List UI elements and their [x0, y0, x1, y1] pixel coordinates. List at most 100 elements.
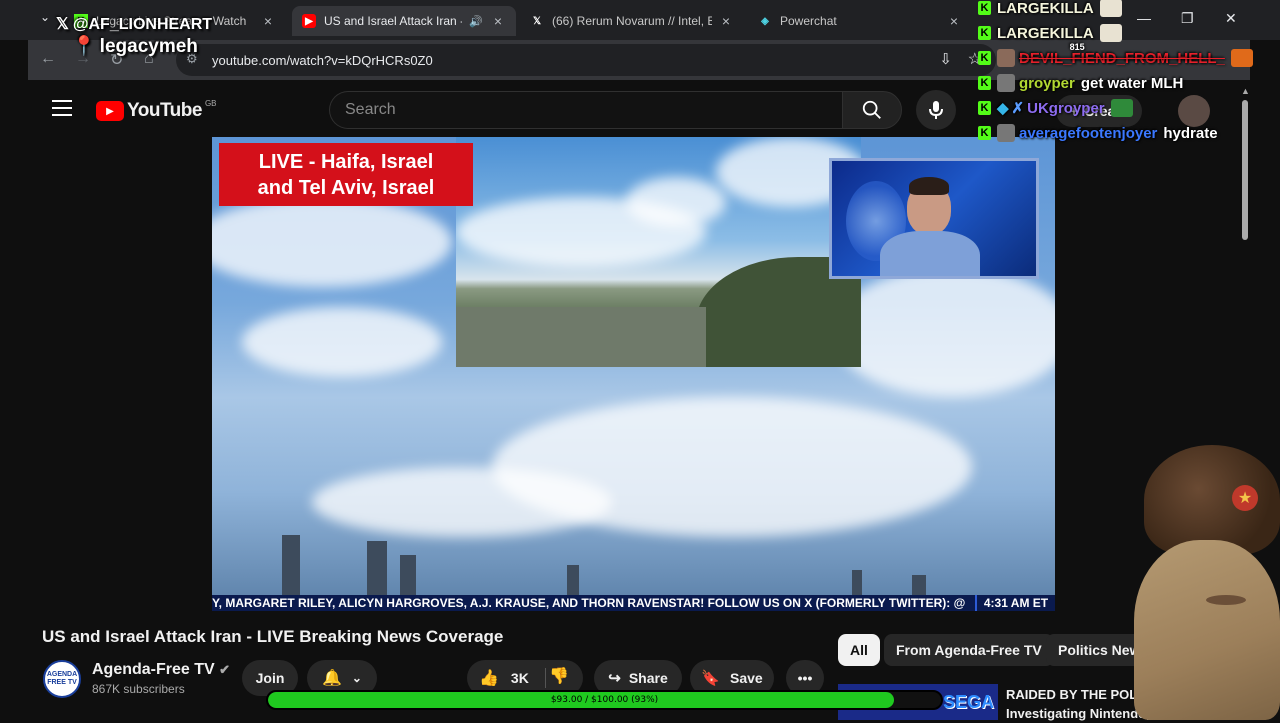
more-horizontal-icon: •••	[797, 670, 813, 686]
youtube-logo[interactable]: ▶ YouTube GB	[96, 98, 217, 122]
url-text: youtube.com/watch?v=kDQrHCRs0Z0	[212, 52, 433, 68]
install-app-icon[interactable]: ⇩	[939, 50, 952, 68]
tab-title: US and Israel Attack Iran - LIVE	[324, 14, 462, 28]
chat-user: UKgroyper	[1027, 99, 1105, 117]
live-location-banner: LIVE - Haifa, Israel and Tel Aviv, Israe…	[219, 143, 473, 206]
join-label: Join	[255, 670, 285, 686]
channel-avatar-text: AGENDA FREE TV	[46, 671, 78, 686]
speaker-icon[interactable]: 🔊	[468, 15, 484, 28]
powerchat-icon: ◈	[761, 15, 769, 27]
streamer-webcam-overlay: ★	[1124, 445, 1280, 720]
donation-goal-text: $93.00 / $100.00 (93%)	[550, 695, 659, 705]
chat-message: K DEVIL_FIEND_FROM_HELL_	[978, 47, 1253, 69]
channel-name[interactable]: Agenda-Free TV ✔	[92, 661, 230, 679]
search-button[interactable]	[842, 91, 902, 129]
scrollbar-thumb[interactable]	[1242, 100, 1248, 240]
channel-avatar[interactable]: AGENDA FREE TV	[43, 660, 81, 698]
close-window-icon[interactable]: ✕	[1225, 10, 1237, 27]
overlay-handle-top: 𝕏 @AF_LIONHEART	[56, 14, 212, 34]
tab-youtube-video[interactable]: ▶ US and Israel Attack Iran - LIVE 🔊 ×	[292, 6, 516, 36]
chat-message: K groyper get water MLH	[978, 72, 1183, 94]
chat-text: get water MLH	[1080, 74, 1184, 92]
back-icon[interactable]: ←	[40, 50, 56, 68]
kick-badge-icon: K	[978, 76, 991, 90]
chat-text: hydrate	[1163, 124, 1218, 142]
live-label-line1: LIVE - Haifa, Israel	[258, 150, 434, 173]
chat-user: averagefootenjoyer	[1019, 124, 1158, 142]
chip-from-channel[interactable]: From Agenda-Free TV	[884, 634, 1054, 666]
tab-search-icon[interactable]: ⌄	[34, 10, 56, 30]
user-badge-icon	[997, 124, 1015, 142]
user-badge-icon	[997, 74, 1015, 92]
handle-text: legacymeh	[99, 36, 198, 57]
tab-title: Powerchat	[780, 14, 837, 28]
subscriber-count: 867K subscribers	[92, 682, 185, 696]
thumbs-down-icon[interactable]: 👎	[549, 666, 569, 686]
x-logo-icon: 𝕏	[532, 15, 542, 27]
fur-hat	[1144, 445, 1280, 555]
share-label: Share	[628, 670, 668, 686]
city-view-inset	[456, 137, 861, 367]
anchor-body	[880, 231, 980, 276]
channel-name-text: Agenda-Free TV	[92, 661, 215, 678]
tab-powerchat[interactable]: ◈ Powerchat ×	[748, 6, 972, 36]
voice-search-button[interactable]	[916, 90, 956, 130]
diamond-badge-icon: ◆	[997, 100, 1009, 117]
chip-label: All	[850, 642, 868, 658]
close-icon[interactable]: ×	[718, 13, 734, 29]
emote-icon	[1099, 0, 1122, 17]
close-icon[interactable]: ×	[260, 13, 276, 29]
chat-message: K averagefootenjoyer hydrate	[978, 122, 1218, 144]
user-badge-icon	[997, 49, 1015, 67]
chat-message: K ◆ ✗ UKgroyper	[978, 97, 1133, 119]
kick-badge-icon: K	[978, 126, 991, 140]
chat-user: groyper	[1019, 74, 1075, 92]
news-ticker: Y, MARGARET RILEY, ALICYN HARGROVES, A.J…	[212, 595, 1055, 611]
restore-icon[interactable]: ❐	[1181, 10, 1194, 27]
chat-user: LARGEKILLA	[997, 0, 1094, 17]
kick-badge-icon: K	[978, 101, 991, 115]
bell-icon: 🔔	[322, 670, 342, 687]
ticker-text: Y, MARGARET RILEY, ALICYN HARGROVES, A.J…	[212, 596, 966, 610]
star-badge-icon: ★	[1232, 485, 1258, 511]
search-placeholder: Search	[345, 101, 396, 118]
microphone-icon	[929, 101, 943, 119]
kick-badge-icon: K	[978, 51, 991, 65]
chat-user: LARGEKILLA	[997, 24, 1094, 42]
minimize-icon[interactable]: —	[1137, 10, 1151, 26]
news-anchor-inset	[829, 158, 1039, 279]
scroll-up-icon[interactable]: ▲	[1241, 86, 1250, 96]
potato-face	[1134, 540, 1280, 720]
location-pin-icon: 📍	[72, 36, 96, 57]
video-title: US and Israel Attack Iran - LIVE Breakin…	[42, 627, 504, 646]
bookmark-icon: 🔖	[701, 670, 720, 687]
chat-message: K LARGEKILLA	[978, 0, 1122, 19]
chip-all[interactable]: All	[838, 634, 880, 666]
chevron-down-icon: ⌄	[351, 671, 362, 685]
kick-badge-icon: K	[978, 26, 991, 40]
thumbs-up-icon: 👍	[479, 670, 499, 687]
sword-badge-icon: ✗	[1011, 100, 1025, 117]
search-input[interactable]: Search	[329, 91, 842, 129]
region-code: GB	[204, 98, 217, 108]
search-icon	[862, 100, 881, 119]
chat-message: K LARGEKILLA 815	[978, 22, 1122, 52]
menu-icon[interactable]	[52, 100, 72, 116]
address-bar[interactable]: ⚙ youtube.com/watch?v=kDQrHCRs0Z0 ⇩ ☆	[176, 44, 996, 76]
thumbnail-text: SEGA	[942, 692, 994, 712]
save-label: Save	[729, 670, 763, 686]
chip-label: From Agenda-Free TV	[896, 642, 1042, 658]
chat-user: DEVIL_FIEND_FROM_HELL_	[1019, 49, 1225, 67]
kick-badge-icon: K	[978, 1, 991, 15]
close-icon[interactable]: ×	[946, 13, 962, 29]
close-icon[interactable]: ×	[490, 13, 506, 29]
youtube-play-icon: ▶	[96, 101, 124, 121]
video-player[interactable]: LIVE - Haifa, Israel and Tel Aviv, Israe…	[212, 137, 1055, 611]
x-logo-icon: 𝕏	[56, 16, 69, 33]
tab-x-post[interactable]: 𝕏 (66) Rerum Novarum // Intel, Breaking …	[520, 6, 744, 36]
overlay-handle-bottom: 📍 legacymeh	[72, 34, 198, 58]
emote-icon	[1230, 49, 1253, 67]
tab-title: (66) Rerum Novarum // Intel, Breaking	[552, 14, 712, 28]
emote-icon: 815	[1070, 24, 1122, 52]
youtube-wordmark: YouTube	[127, 100, 202, 121]
